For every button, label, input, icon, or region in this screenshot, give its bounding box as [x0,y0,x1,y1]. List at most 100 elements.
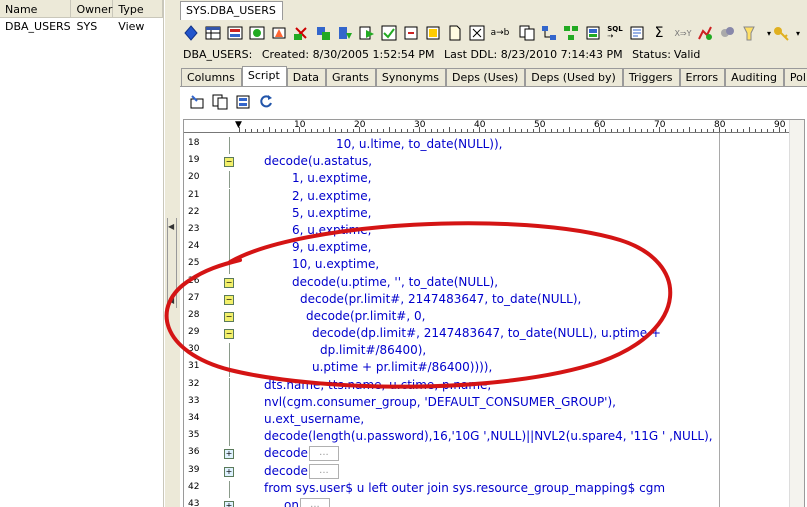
delete-icon[interactable] [292,24,310,42]
code-line[interactable]: 26 − decode(u.ptime, '', to_date(NULL), [184,275,804,292]
tab-data[interactable]: Data [286,68,327,87]
code-content: 2, u.exptime, [292,188,372,203]
sum-icon[interactable]: Σ [650,24,668,42]
structure-icon[interactable] [562,24,580,42]
ab-icon[interactable]: a→b [488,24,512,42]
tab-grants[interactable]: Grants [326,68,376,87]
collapsed-block-marker[interactable]: ... [308,463,339,479]
export-icon[interactable] [402,24,420,42]
tab-columns[interactable]: Columns [181,68,242,87]
constraint-icon[interactable] [248,24,266,42]
code-line[interactable]: 29 − decode(dp.limit#, 2147483647, to_date… [184,326,804,343]
collapse-left-icon[interactable]: ◀ [168,222,174,231]
code-line[interactable]: 22 5, u.exptime, [184,205,804,223]
line-number: 42 [188,481,200,492]
copy-icon[interactable] [518,24,536,42]
editor-scrollbar[interactable] [789,120,804,507]
line-number: 25 [188,258,200,269]
script-editor[interactable]: ▼ 10 20 30 40 50 60 70 80 90 18 10, u.lti… [183,119,805,507]
refresh-script-icon[interactable] [257,93,275,111]
code-line[interactable]: 36 + decode... [184,446,804,463]
code-line[interactable]: 25 10, u.exptime, [184,257,804,275]
collapsed-block-marker[interactable]: ... [299,497,330,507]
filter-icon[interactable] [182,24,200,42]
tab-policies[interactable]: Policies [783,68,807,87]
code-line[interactable]: 21 2, u.exptime, [184,188,804,206]
column-header-type[interactable]: Type [113,0,163,17]
tree-icon[interactable] [584,24,602,42]
tab-deps-uses[interactable]: Deps (Uses) [445,68,526,87]
fold-expand-icon[interactable]: + [224,466,234,477]
xy-icon[interactable]: X⇒Y [672,24,694,42]
copy-script-icon[interactable] [211,93,229,111]
fold-expand-icon[interactable]: + [224,500,234,507]
code-line[interactable]: 23 6, u.exptime, [184,222,804,240]
ruler-tick [671,129,672,132]
index-icon[interactable] [226,24,244,42]
code-area[interactable]: 18 10, u.ltime, to_date(NULL)), 19 − decode(… [184,137,804,507]
code-line[interactable]: 18 10, u.ltime, to_date(NULL)), [184,137,804,154]
code-line[interactable]: 28 − decode(pr.limit#, 0, [184,309,804,326]
document-tab[interactable]: SYS.DBA_USERS [180,1,283,20]
tab-errors[interactable]: Errors [679,68,726,87]
tab-script[interactable]: Script [241,66,287,87]
splitter-grip[interactable] [167,218,177,308]
column-header-owner[interactable]: Owner [71,0,114,17]
status-object-name: DBA_USERS: [183,48,253,61]
tab-auditing[interactable]: Auditing [725,68,784,87]
edit-script-icon[interactable] [188,93,206,111]
chart-icon[interactable] [696,24,714,42]
collapsed-block-marker[interactable]: ... [308,446,339,462]
code-line[interactable]: 24 9, u.exptime, [184,240,804,258]
code-line[interactable]: 32 dts.name, tts.name, u.ctime, p.name, [184,377,804,395]
drop-icon[interactable] [314,24,332,42]
fold-collapse-icon[interactable]: − [224,157,234,168]
code-line[interactable]: 27 − decode(pr.limit#, 2147483647, to_date… [184,292,804,309]
code-line[interactable]: 19 − decode(u.astatus, [184,154,804,171]
arrow-down-icon[interactable]: ▾ [789,24,807,42]
code-line[interactable]: 42 from sys.user$ u left outer join sys.r… [184,480,804,498]
compile-icon[interactable] [380,24,398,42]
trigger-icon[interactable] [270,24,288,42]
flashlight-icon[interactable] [740,24,758,42]
tab-deps-used-by[interactable]: Deps (Used by) [525,68,623,87]
list-item[interactable]: DBA_USERS SYS View [0,18,163,35]
object-status-line: DBA_USERS: Created: 8/30/2005 1:52:54 PM… [183,48,706,64]
line-number: 31 [188,361,200,372]
collapse-left-icon-bottom[interactable]: ◀ [168,296,174,305]
ruler-tick [473,129,474,132]
code-line[interactable]: 39 + decode... [184,463,804,481]
code-line[interactable]: 43 + on... [184,497,804,507]
grant-icon[interactable] [358,24,376,42]
line-number: 27 [188,292,200,303]
table-icon[interactable] [204,24,222,42]
fold-expand-icon[interactable]: + [224,449,234,460]
column-header-name[interactable]: Name [0,0,72,17]
code-text: decode... [264,446,339,462]
tab-triggers[interactable]: Triggers [622,68,680,87]
fold-collapse-icon[interactable]: − [224,311,234,322]
code-line[interactable]: 20 1, u.exptime, [184,171,804,189]
code-line[interactable]: 35 decode(length(u.password),16,'10G ',NU… [184,429,804,447]
sql-plan-icon[interactable] [628,24,646,42]
code-line[interactable]: 30 dp.limit#/86400), [184,343,804,361]
code-line[interactable]: 34 u.ext_username, [184,412,804,429]
fold-collapse-icon[interactable]: − [224,329,234,340]
ruler-tick [281,129,282,132]
code-line[interactable]: 31 u.ptime + pr.limit#/86400)))), [184,360,804,378]
user-icon[interactable] [336,24,354,42]
fold-collapse-icon[interactable]: − [224,294,234,305]
import-icon[interactable] [424,24,442,42]
pane-splitter[interactable]: ◀ ◀ [164,0,178,507]
sql-icon[interactable]: SQL ⇢ [606,24,624,42]
hierarchy-icon[interactable] [540,24,558,42]
tab-synonyms[interactable]: Synonyms [375,68,446,87]
key-icon[interactable] [772,24,790,42]
doc-icon[interactable] [446,24,464,42]
fold-collapse-icon[interactable]: − [224,277,234,288]
code-line[interactable]: 33 nvl(cgm.consumer_group, 'DEFAULT_CONSU… [184,394,804,412]
save-script-icon[interactable] [234,93,252,111]
ruler-tick [467,129,468,132]
query-icon[interactable] [718,24,736,42]
rename-icon[interactable] [468,24,486,42]
